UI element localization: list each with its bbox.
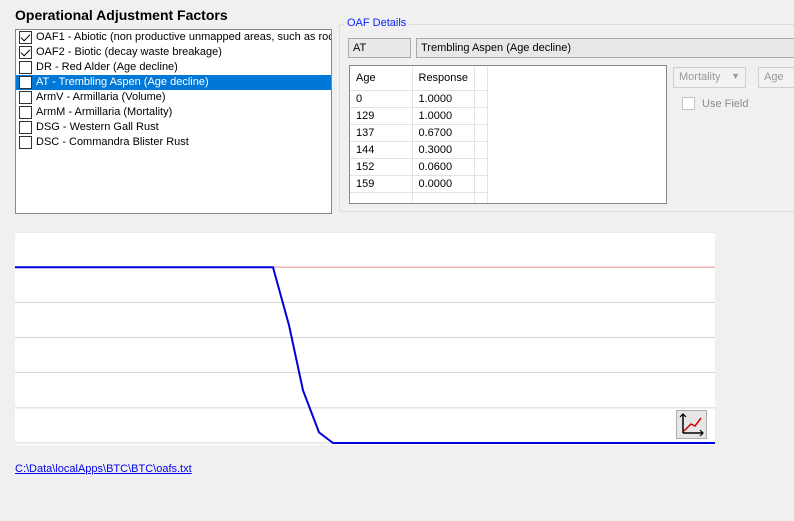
grid-cell-filler (474, 141, 489, 159)
grid-row[interactable]: 152 0.0600 (350, 158, 489, 176)
factor-item[interactable]: DSG - Western Gall Rust (16, 120, 331, 135)
grid-cell-filler (474, 90, 489, 108)
factor-item[interactable]: DSC - Commandra Blister Rust (16, 135, 331, 150)
factor-item[interactable]: AT - Trembling Aspen (Age decline) (16, 75, 331, 90)
use-field-box[interactable] (682, 97, 695, 110)
factor-item[interactable]: ArmV - Armillaria (Volume) (16, 90, 331, 105)
grid-row[interactable]: 159 0.0000 (350, 175, 489, 193)
factor-item[interactable]: OAF1 - Abiotic (non productive unmapped … (16, 30, 331, 45)
factor-checkbox[interactable] (19, 106, 32, 119)
grid-cell-response[interactable]: 1.0000 (412, 107, 476, 125)
factor-item[interactable]: DR - Red Alder (Age decline) (16, 60, 331, 75)
factor-label: OAF2 - Biotic (decay waste breakage) (36, 46, 222, 58)
factor-label: ArmM - Armillaria (Mortality) (36, 106, 173, 118)
age-response-grid[interactable]: Age Response 0 1.0000 129 1.0000 137 0.6700 14… (349, 65, 667, 204)
grid-cell-response[interactable]: 1.0000 (412, 90, 476, 108)
grid-header-response[interactable]: Response (412, 66, 476, 91)
grid-cell-response[interactable]: 0.3000 (412, 141, 476, 159)
use-field-checkbox[interactable]: Use Field (682, 97, 748, 110)
chart-zoom-button[interactable] (676, 410, 707, 439)
grid-row[interactable]: 144 0.3000 (350, 141, 489, 159)
factor-label: DSG - Western Gall Rust (36, 121, 159, 133)
grid-header-filler (474, 66, 489, 91)
factor-checkbox[interactable] (19, 121, 32, 134)
grid-cell-age[interactable]: 129 (350, 107, 413, 125)
grid-row[interactable]: 0 1.0000 (350, 90, 489, 108)
grid-cell-age[interactable]: 0 (350, 90, 413, 108)
grid-header-age[interactable]: Age (350, 66, 413, 91)
factor-checkbox[interactable] (19, 61, 32, 74)
grid-cell-empty[interactable] (412, 192, 476, 203)
basis-dropdown-value: Age (764, 71, 784, 83)
response-chart (15, 232, 715, 445)
grid-cell-filler (474, 107, 489, 125)
grid-cell-age[interactable]: 144 (350, 141, 413, 159)
grid-cell-age[interactable]: 152 (350, 158, 413, 176)
type-dropdown-value: Mortality (679, 71, 721, 83)
grid-row[interactable]: 137 0.6700 (350, 124, 489, 142)
type-dropdown[interactable]: Mortality ▼ (673, 67, 746, 88)
factor-label: AT - Trembling Aspen (Age decline) (36, 76, 209, 88)
grid-header-row: Age Response (350, 66, 489, 91)
oaf-details-title: OAF Details (344, 17, 410, 29)
oaf-code-field[interactable]: AT (348, 38, 411, 58)
grid-cell-empty[interactable] (350, 192, 413, 203)
page-title: Operational Adjustment Factors (15, 7, 228, 23)
factor-label: ArmV - Armillaria (Volume) (36, 91, 166, 103)
grid-cell-filler (474, 175, 489, 193)
factor-checkbox[interactable] (19, 91, 32, 104)
grid-new-row[interactable] (350, 192, 489, 203)
use-field-label: Use Field (702, 97, 749, 110)
grid-cell-filler (474, 124, 489, 142)
response-chart-svg (15, 232, 715, 444)
factor-label: DSC - Commandra Blister Rust (36, 136, 189, 148)
grid-row[interactable]: 129 1.0000 (350, 107, 489, 125)
grid-cell-age[interactable]: 159 (350, 175, 413, 193)
chart-series-line (15, 266, 715, 444)
oaf-name-field[interactable]: Trembling Aspen (Age decline) (416, 38, 794, 58)
factor-list[interactable]: OAF1 - Abiotic (non productive unmapped … (15, 29, 332, 214)
grid-cell-empty[interactable] (474, 192, 489, 203)
factor-checkbox[interactable] (19, 136, 32, 149)
grid-cell-filler (474, 158, 489, 176)
factor-checkbox[interactable] (19, 46, 32, 59)
oaf-file-link[interactable]: C:\Data\localApps\BTC\BTC\oafs.txt (15, 463, 192, 475)
factor-label: DR - Red Alder (Age decline) (36, 61, 178, 73)
factor-item[interactable]: OAF2 - Biotic (decay waste breakage) (16, 45, 331, 60)
grid-cell-response[interactable]: 0.0600 (412, 158, 476, 176)
grid-cell-response[interactable]: 0.0000 (412, 175, 476, 193)
grid-cell-age[interactable]: 137 (350, 124, 413, 142)
grid-cell-response[interactable]: 0.6700 (412, 124, 476, 142)
factor-label: OAF1 - Abiotic (non productive unmapped … (36, 31, 332, 43)
chevron-down-icon: ▼ (731, 71, 740, 81)
factor-checkbox[interactable] (19, 76, 32, 89)
chart-axes-icon (679, 413, 704, 437)
factor-item[interactable]: ArmM - Armillaria (Mortality) (16, 105, 331, 120)
basis-dropdown[interactable]: Age (758, 67, 794, 88)
factor-checkbox[interactable] (19, 31, 32, 44)
